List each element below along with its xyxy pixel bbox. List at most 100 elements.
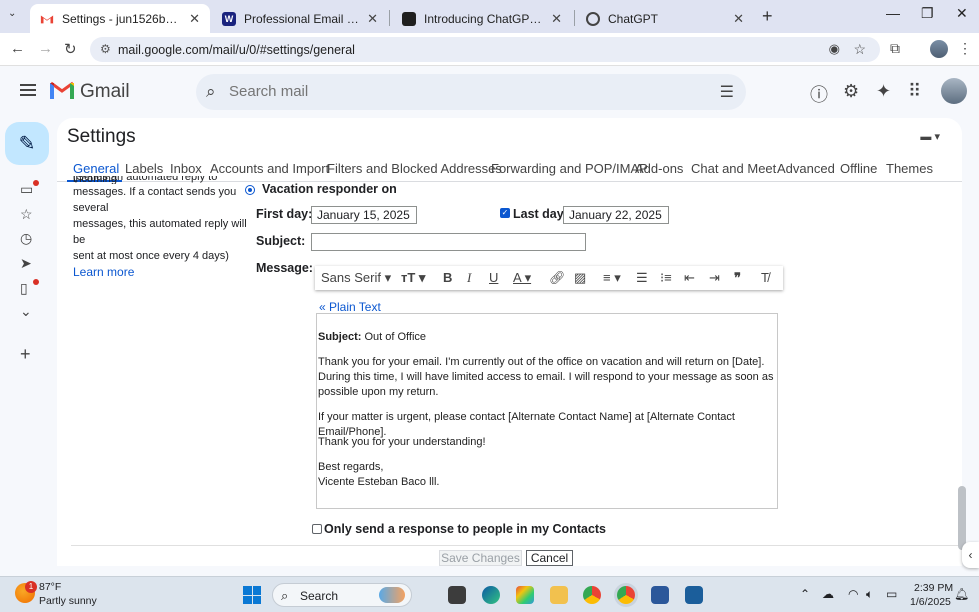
- message-editor[interactable]: Subject: Out of Office Thank you for you…: [316, 313, 778, 509]
- numbered-list-icon[interactable]: ☰: [636, 270, 648, 286]
- drafts-icon[interactable]: ▯: [20, 280, 28, 297]
- browser-tab-openai[interactable]: Introducing ChatGPT | OpenAI ✕: [392, 4, 572, 33]
- input-tools-keyboard-icon[interactable]: ▬ ▾: [920, 130, 940, 143]
- more-chevron-down-icon[interactable]: ⌄: [20, 303, 32, 320]
- remove-formatting-icon[interactable]: T̸: [761, 270, 769, 285]
- gemini-sparkle-icon[interactable]: ✦: [876, 81, 891, 102]
- tab-accounts-and-import[interactable]: Accounts and Import: [210, 161, 329, 176]
- tab-themes[interactable]: Themes: [886, 161, 933, 176]
- indent-more-icon[interactable]: ⇥: [709, 270, 720, 286]
- close-tab-icon[interactable]: ✕: [733, 11, 744, 27]
- forward-icon[interactable]: →: [38, 40, 53, 57]
- bold-icon[interactable]: B: [443, 270, 452, 285]
- bulleted-list-icon[interactable]: ⁝≡: [660, 270, 672, 286]
- chrome-active-icon[interactable]: [617, 586, 635, 604]
- tab-chat-and-meet[interactable]: Chat and Meet: [691, 161, 776, 176]
- help-icon[interactable]: ⓘ: [810, 81, 828, 107]
- browser-menu-icon[interactable]: ⋮: [958, 40, 972, 57]
- bookmark-star-icon[interactable]: ☆: [853, 41, 866, 58]
- volume-icon[interactable]: 🔈︎: [866, 587, 873, 602]
- italic-icon[interactable]: I: [467, 270, 471, 286]
- tray-chevron-up-icon[interactable]: ⌃: [800, 587, 810, 601]
- tab-add-ons[interactable]: Add-ons: [635, 161, 683, 176]
- battery-icon[interactable]: ▭: [886, 587, 897, 601]
- close-tab-icon[interactable]: ✕: [189, 11, 200, 27]
- browser-tab-chatgpt[interactable]: ChatGPT ✕: [576, 4, 754, 33]
- close-window-icon[interactable]: ✕: [956, 5, 968, 22]
- message-subject-label: Subject:: [318, 331, 362, 343]
- tab-inbox[interactable]: Inbox: [170, 161, 202, 176]
- search-input[interactable]: [229, 83, 649, 100]
- save-changes-button[interactable]: Save Changes: [439, 550, 522, 566]
- close-tab-icon[interactable]: ✕: [551, 11, 562, 27]
- browser-tab-gmail-settings[interactable]: Settings - jun1526baco@gmail. ✕: [30, 4, 210, 33]
- taskbar-search[interactable]: ⌕ Search: [272, 583, 412, 607]
- last-day-input[interactable]: [563, 206, 669, 224]
- snoozed-icon[interactable]: ◷: [20, 230, 32, 247]
- starred-icon[interactable]: ☆: [20, 206, 33, 223]
- create-label-plus-icon[interactable]: +: [20, 344, 31, 365]
- wifi-icon[interactable]: ◠: [848, 587, 858, 601]
- extensions-icon[interactable]: ⧉: [890, 40, 900, 57]
- tab-offline[interactable]: Offline: [840, 161, 877, 176]
- restore-icon[interactable]: ❐: [921, 5, 934, 22]
- learn-more-link[interactable]: Learn more: [73, 264, 251, 280]
- align-icon[interactable]: ≡ ▾: [603, 270, 621, 286]
- compose-button[interactable]: ✎: [5, 122, 49, 165]
- account-avatar[interactable]: [941, 78, 967, 104]
- minimize-icon[interactable]: —: [886, 5, 900, 21]
- chrome-icon[interactable]: [583, 586, 601, 604]
- plain-text-link[interactable]: « Plain Text: [319, 300, 381, 314]
- quote-icon[interactable]: ❞: [734, 270, 741, 286]
- sent-icon[interactable]: ➤: [20, 255, 32, 272]
- remote-desktop-icon[interactable]: [685, 586, 703, 604]
- font-select[interactable]: Sans Serif ▾: [321, 270, 391, 286]
- tab-filters[interactable]: Filters and Blocked Addresses: [327, 161, 502, 176]
- search-bar[interactable]: ⌕ ☰: [196, 74, 746, 110]
- back-icon[interactable]: ←: [10, 40, 25, 57]
- copilot-icon[interactable]: [516, 586, 534, 604]
- settings-gear-icon[interactable]: ⚙: [843, 81, 859, 102]
- profile-avatar[interactable]: [930, 40, 948, 58]
- cancel-button[interactable]: Cancel: [526, 550, 573, 566]
- side-panel-chevron-left-icon[interactable]: ‹: [962, 542, 979, 568]
- only-contacts-checkbox[interactable]: [312, 524, 322, 534]
- underline-icon[interactable]: U: [489, 270, 498, 285]
- search-options-icon[interactable]: ☰: [720, 82, 734, 102]
- reload-icon[interactable]: ↻: [64, 40, 77, 58]
- taskbar-time[interactable]: 2:39 PM: [914, 582, 953, 594]
- tab-general[interactable]: General: [73, 161, 119, 176]
- file-explorer-icon[interactable]: [550, 586, 568, 604]
- search-icon[interactable]: ⌕: [206, 82, 216, 102]
- eye-icon[interactable]: ◉: [829, 41, 840, 57]
- tab-forwarding[interactable]: Forwarding and POP/IMAP: [491, 161, 648, 176]
- site-info-icon[interactable]: ⚙: [100, 42, 111, 56]
- link-icon[interactable]: 🔗︎: [549, 270, 566, 286]
- tab-advanced[interactable]: Advanced: [777, 161, 835, 176]
- apps-grid-icon[interactable]: ⠿: [908, 81, 921, 102]
- first-day-input[interactable]: [311, 206, 417, 224]
- task-view-icon[interactable]: [448, 586, 466, 604]
- notifications-bell-icon[interactable]: 🔔︎: [954, 587, 969, 601]
- last-day-checkbox[interactable]: ✓: [500, 208, 510, 218]
- scrollbar-thumb[interactable]: [958, 486, 966, 550]
- edge-icon[interactable]: [482, 586, 500, 604]
- address-bar[interactable]: ⚙ mail.google.com/mail/u/0/#settings/gen…: [90, 37, 880, 62]
- tab-search-icon[interactable]: ⌄: [8, 8, 16, 19]
- image-icon[interactable]: ▨: [574, 270, 586, 286]
- inbox-icon[interactable]: ▭: [20, 181, 33, 198]
- tab-labels[interactable]: Labels: [125, 161, 163, 176]
- browser-tab-signatures[interactable]: W Professional Email Signatures b ✕: [212, 4, 388, 33]
- notepad-icon[interactable]: [651, 586, 669, 604]
- windows-start-icon[interactable]: [243, 586, 261, 604]
- close-tab-icon[interactable]: ✕: [367, 11, 378, 27]
- indent-less-icon[interactable]: ⇤: [684, 270, 695, 286]
- subject-input[interactable]: [311, 233, 586, 251]
- main-menu-icon[interactable]: [20, 84, 36, 96]
- text-color-icon[interactable]: A ▾: [513, 270, 531, 286]
- onedrive-icon[interactable]: ☁: [822, 587, 834, 601]
- taskbar-date[interactable]: 1/6/2025: [910, 596, 951, 608]
- font-size-icon[interactable]: тT ▾: [401, 270, 425, 286]
- vacation-on-radio[interactable]: [245, 185, 255, 195]
- new-tab-icon[interactable]: +: [762, 6, 773, 27]
